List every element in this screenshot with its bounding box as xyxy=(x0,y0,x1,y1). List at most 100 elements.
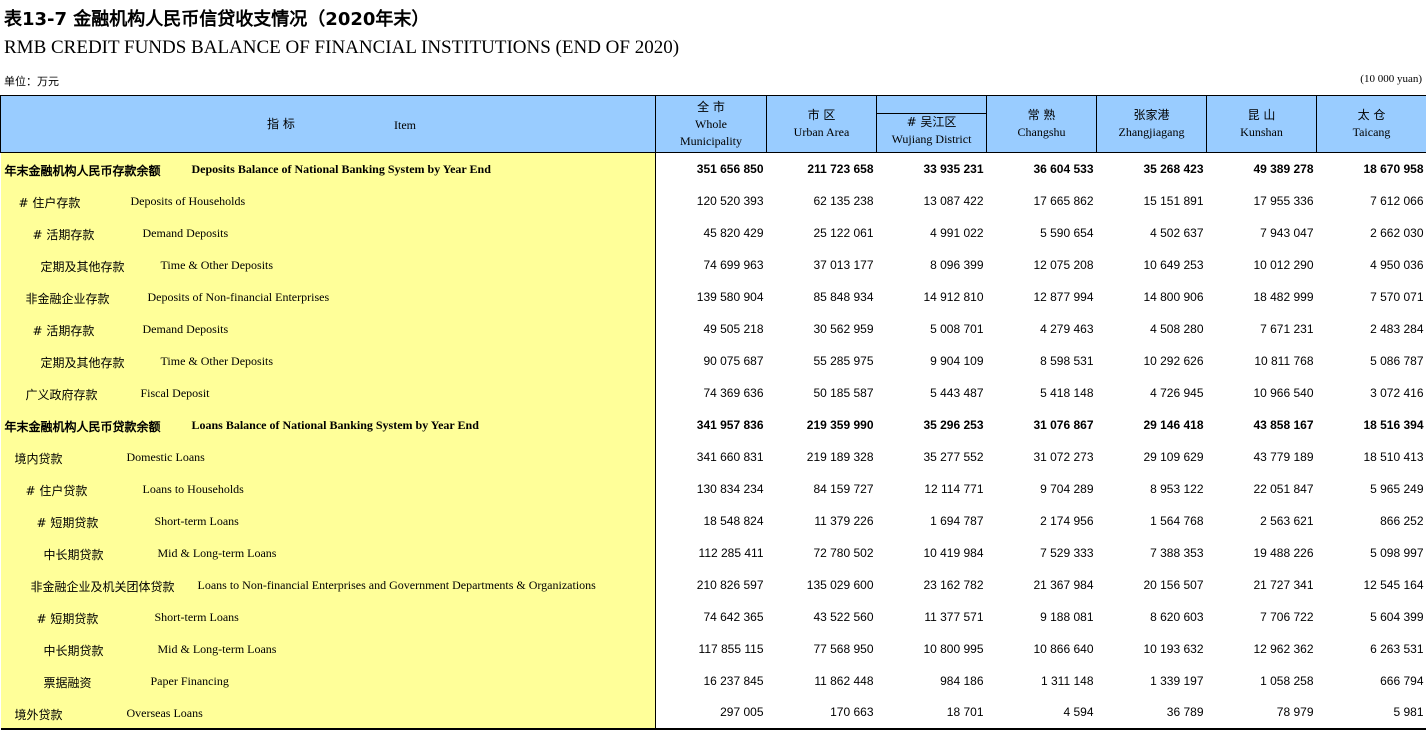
row-label: 境外贷款Overseas Loans xyxy=(1,697,656,729)
row-label-en: Paper Financing xyxy=(151,674,229,689)
value-cell: 85 848 934 xyxy=(767,281,877,313)
value-cell: 10 193 632 xyxy=(1097,633,1207,665)
value-cell: 7 943 047 xyxy=(1207,217,1317,249)
value-cell: 18 548 824 xyxy=(656,505,767,537)
header-cn: 太 仓 xyxy=(1317,107,1426,124)
row-label-cn: 定期及其他存款 xyxy=(41,258,125,275)
header-cn: 市 区 xyxy=(767,107,876,124)
row-label: 中长期贷款 Mid & Long-term Loans xyxy=(1,633,656,665)
row-label-en: Mid & Long-term Loans xyxy=(158,642,277,657)
table-title-chinese: 表13-7 金融机构人民币信贷收支情况（2020年末） xyxy=(4,5,429,31)
value-cell: 7 570 071 xyxy=(1317,281,1426,313)
unit-label-chinese: 单位：万元 xyxy=(4,73,59,89)
table-row: 中长期贷款Mid & Long-term Loans112 285 41172 … xyxy=(1,537,1426,569)
table-row: 境外贷款Overseas Loans297 005170 66318 7014 … xyxy=(1,697,1426,729)
value-cell: 2 662 030 xyxy=(1317,217,1426,249)
header-changshu: 常 熟 Changshu xyxy=(987,96,1097,153)
value-cell: 10 800 995 xyxy=(877,633,987,665)
row-label-cn: 票据融资 xyxy=(44,674,92,691)
row-label-en: Time & Other Deposits xyxy=(161,354,274,369)
value-cell: 117 855 115 xyxy=(656,633,767,665)
value-cell: 1 564 768 xyxy=(1097,505,1207,537)
row-label-cn: # 短期贷款 xyxy=(37,514,99,531)
row-label-cn: 非金融企业及机关团体贷款 xyxy=(31,578,175,595)
row-label-cn: 年末金融机构人民币贷款余额 xyxy=(5,418,161,435)
value-cell: 8 096 399 xyxy=(877,249,987,281)
value-cell: 12 877 994 xyxy=(987,281,1097,313)
table-row: 非金融企业及机关团体贷款 Loans to Non-financial Enter… xyxy=(1,569,1426,601)
row-label-cn: # 活期存款 xyxy=(33,322,95,339)
value-cell: 15 151 891 xyxy=(1097,185,1207,217)
row-label-cn: 境内贷款 xyxy=(15,450,63,467)
value-cell: 866 252 xyxy=(1317,505,1426,537)
row-label-en: Loans to Non-financial Enterprises and G… xyxy=(198,578,596,593)
value-cell: 10 419 984 xyxy=(877,537,987,569)
value-cell: 4 991 022 xyxy=(877,217,987,249)
value-cell: 112 285 411 xyxy=(656,537,767,569)
value-cell: 77 568 950 xyxy=(767,633,877,665)
value-cell: 219 189 328 xyxy=(767,441,877,473)
row-label-en: Deposits Balance of National Banking Sys… xyxy=(192,162,491,177)
value-cell: 35 268 423 xyxy=(1097,153,1207,185)
table-row: 定期及其他存款Time & Other Deposits90 075 68755… xyxy=(1,345,1426,377)
table-row: # 短期贷款Short-term Loans74 642 36543 522 5… xyxy=(1,601,1426,633)
value-cell: 22 051 847 xyxy=(1207,473,1317,505)
header-en: Changshu xyxy=(987,124,1096,141)
table-title-english: RMB CREDIT FUNDS BALANCE OF FINANCIAL IN… xyxy=(4,37,679,59)
header-en: Urban Area xyxy=(767,124,876,141)
row-label-cn: # 短期贷款 xyxy=(37,610,99,627)
value-cell: 9 188 081 xyxy=(987,601,1097,633)
value-cell: 10 649 253 xyxy=(1097,249,1207,281)
row-label-en: Domestic Loans xyxy=(127,450,205,465)
row-label-cn: 中长期贷款 xyxy=(44,546,104,563)
value-cell: 120 520 393 xyxy=(656,185,767,217)
value-cell: 8 953 122 xyxy=(1097,473,1207,505)
header-item: 指 标 Item xyxy=(1,96,656,153)
value-cell: 43 522 560 xyxy=(767,601,877,633)
value-cell: 12 962 362 xyxy=(1207,633,1317,665)
header-cn: 昆 山 xyxy=(1207,107,1316,124)
value-cell: 74 642 365 xyxy=(656,601,767,633)
value-cell: 37 013 177 xyxy=(767,249,877,281)
row-label: 票据融资 Paper Financing xyxy=(1,665,656,697)
row-label-en: Demand Deposits xyxy=(143,322,229,337)
value-cell: 29 146 418 xyxy=(1097,409,1207,441)
row-label: # 住户存款Deposits of Households xyxy=(1,185,656,217)
value-cell: 36 604 533 xyxy=(987,153,1097,185)
value-cell: 297 005 xyxy=(656,697,767,729)
value-cell: 18 482 999 xyxy=(1207,281,1317,313)
value-cell: 170 663 xyxy=(767,697,877,729)
value-cell: 25 122 061 xyxy=(767,217,877,249)
value-cell: 7 706 722 xyxy=(1207,601,1317,633)
value-cell: 43 858 167 xyxy=(1207,409,1317,441)
row-label-cn: 定期及其他存款 xyxy=(41,354,125,371)
value-cell: 18 670 958 xyxy=(1317,153,1426,185)
header-en: Wujiang District xyxy=(877,131,986,148)
value-cell: 5 418 148 xyxy=(987,377,1097,409)
header-cn: # 吴江区 xyxy=(877,114,986,131)
value-cell: 31 072 273 xyxy=(987,441,1097,473)
table-row: 非金融企业存款Deposits of Non-financial Enterpr… xyxy=(1,281,1426,313)
value-cell: 2 483 284 xyxy=(1317,313,1426,345)
value-cell: 666 794 xyxy=(1317,665,1426,697)
row-label: # 住户贷款Loans to Households xyxy=(1,473,656,505)
value-cell: 1 694 787 xyxy=(877,505,987,537)
row-label-cn: # 活期存款 xyxy=(33,226,95,243)
value-cell: 55 285 975 xyxy=(767,345,877,377)
header-item-en: Item xyxy=(394,117,416,134)
value-cell: 13 087 422 xyxy=(877,185,987,217)
value-cell: 341 957 836 xyxy=(656,409,767,441)
value-cell: 3 072 416 xyxy=(1317,377,1426,409)
value-cell: 11 862 448 xyxy=(767,665,877,697)
header-kunshan: 昆 山 Kunshan xyxy=(1207,96,1317,153)
value-cell: 341 660 831 xyxy=(656,441,767,473)
value-cell: 2 174 956 xyxy=(987,505,1097,537)
value-cell: 12 075 208 xyxy=(987,249,1097,281)
row-label-cn: 境外贷款 xyxy=(15,706,63,723)
value-cell: 139 580 904 xyxy=(656,281,767,313)
row-label-cn: 年末金融机构人民币存款余额 xyxy=(5,162,161,179)
table-row: 年末金融机构人民币贷款余额 Loans Balance of National B… xyxy=(1,409,1426,441)
header-zhangjiagang: 张家港 Zhangjiagang xyxy=(1097,96,1207,153)
row-label-cn: 中长期贷款 xyxy=(44,642,104,659)
row-label-en: Loans Balance of National Banking System… xyxy=(192,418,479,433)
